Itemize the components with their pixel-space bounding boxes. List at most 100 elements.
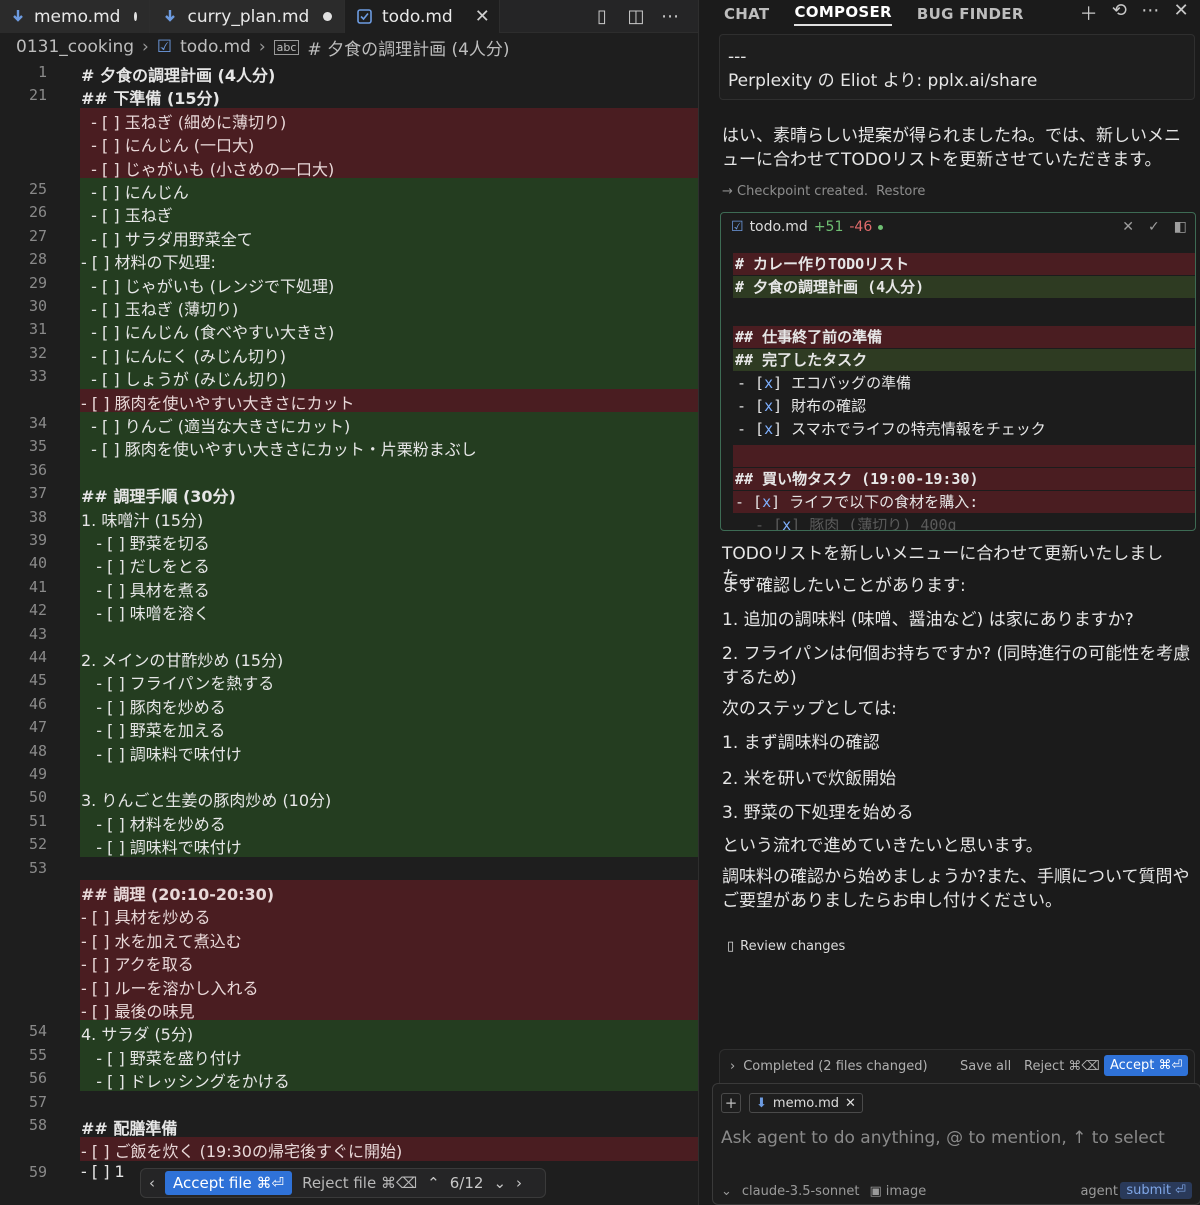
added-line[interactable]: 45 - [ ] フライパンを熱する [0, 669, 698, 693]
submit-button[interactable]: submit ⏎ [1120, 1182, 1192, 1199]
tab-bug-finder[interactable]: BUG FINDER [917, 5, 1024, 23]
added-line[interactable]: 47 - [ ] 野菜を加える [0, 716, 698, 740]
added-line[interactable]: 49 [0, 763, 698, 787]
close-icon[interactable]: ✕ [845, 1096, 856, 1111]
deleted-line[interactable]: - [ ] 具材を炒める [0, 903, 698, 927]
tab-curry-plan[interactable]: curry_plan.md [150, 0, 345, 33]
added-line[interactable]: 40 - [ ] だしをとる [0, 552, 698, 576]
model-name: claude-3.5-sonnet [741, 1184, 860, 1199]
close-icon[interactable]: ✕ [1174, 0, 1189, 22]
tab-composer[interactable]: COMPOSER [794, 3, 892, 26]
added-line[interactable]: 37 ## 調理手順 (30分) [0, 482, 698, 506]
deleted-line[interactable]: - [ ] ご飯を炊く (19:30の帰宅後すぐに開始) [0, 1137, 698, 1161]
assistant-intro: はい、素晴らしい提案が得られましたね。では、新しいメニューに合わせてTODOリス… [722, 126, 1181, 170]
line-number: 46 [28, 694, 47, 713]
response-paragraph: 調味料の確認から始めましょうか?また、手順について質問やご要望がありましたらお申… [722, 867, 1190, 911]
lines-added: +51 [813, 219, 844, 235]
added-line[interactable]: 48 - [ ] 調味料で味付け [0, 739, 698, 764]
open-preview-icon[interactable]: ▯ [592, 6, 612, 27]
chevron-left-icon[interactable]: ‹ [149, 1174, 155, 1192]
image-button[interactable]: image [886, 1184, 927, 1199]
added-line[interactable]: 46 - [ ] 豚肉を炒める [0, 692, 698, 717]
accept-file-button[interactable]: Accept file ⌘⏎ [165, 1171, 293, 1195]
added-line[interactable]: 54 4. サラダ (5分) [0, 1020, 698, 1044]
review-changes-button[interactable]: ▯ Review changes [727, 939, 845, 954]
reject-file-button[interactable]: Reject file ⌘⌫ [302, 1174, 417, 1192]
added-line[interactable]: 38 1. 味噌汁 (15分) [0, 505, 698, 530]
deleted-line[interactable]: - [ ] 玉ねぎ (細めに薄切り) [0, 107, 698, 132]
deleted-line[interactable]: - [ ] 豚肉を使いやすい大きさにカット [0, 388, 698, 413]
more-actions-icon[interactable]: ⋯ [1141, 0, 1159, 22]
line-number: 37 [28, 484, 47, 503]
chevron-down-icon[interactable]: ⌄ [493, 1174, 506, 1192]
deleted-line[interactable]: - [ ] ルーを溶かし入れる [0, 973, 698, 998]
added-line[interactable]: 50 3. りんごと生姜の豚肉炒め (10分) [0, 786, 698, 810]
deleted-line[interactable]: ## 調理 (20:10-20:30) [0, 880, 698, 904]
plus-icon[interactable]: ＋ [1080, 0, 1098, 25]
split-editor-icon[interactable]: ◫ [626, 6, 646, 27]
accept-check-icon[interactable]: ✓ [1148, 219, 1160, 235]
code-line[interactable]: 1 # 夕食の調理計画 (4人分) [0, 61, 698, 85]
added-line[interactable]: 33 - [ ] しょうが (みじん切り) [0, 365, 698, 389]
history-icon[interactable]: ⟲ [1112, 0, 1127, 22]
code-line[interactable]: 58 ## 配膳準備 [0, 1114, 698, 1138]
deleted-line[interactable]: - [ ] 最後の味見 [0, 997, 698, 1021]
save-all-button[interactable]: Save all [960, 1059, 1011, 1074]
added-line[interactable]: 25 - [ ] にんじん [0, 178, 698, 202]
reject-all-button[interactable]: Reject ⌘⌫ [1024, 1059, 1100, 1074]
added-line[interactable]: 56 - [ ] ドレッシングをかける [0, 1067, 698, 1091]
added-line[interactable]: 29 - [ ] じゃがいも (レンジで下処理) [0, 271, 698, 296]
diff-file-name[interactable]: todo.md [750, 219, 808, 235]
added-line[interactable]: 44 2. メインの甘酢炒め (15分) [0, 646, 698, 670]
added-line[interactable]: 28 - [ ] 材料の下処理: [0, 248, 698, 272]
added-line[interactable]: 36 [0, 458, 698, 483]
added-line[interactable]: 43 [0, 622, 698, 646]
open-file-icon[interactable]: ◧ [1174, 219, 1187, 235]
completed-label[interactable]: Completed (2 files changed) [743, 1059, 927, 1074]
tab-memo[interactable]: memo.md [0, 0, 150, 33]
chevron-right-icon[interactable]: › [516, 1174, 522, 1192]
added-line[interactable]: 41 - [ ] 具材を煮る [0, 575, 698, 600]
added-line[interactable]: 39 - [ ] 野菜を切る [0, 529, 698, 553]
image-icon[interactable]: ▣ [869, 1184, 881, 1199]
deleted-line[interactable]: - [ ] 水を加えて煮込む [0, 926, 698, 951]
restore-link[interactable]: Restore [876, 184, 925, 199]
breadcrumb-folder[interactable]: 0131_cooking [16, 37, 134, 57]
added-line[interactable]: 27 - [ ] サラダ用野菜全て [0, 224, 698, 249]
added-line[interactable]: 55 - [ ] 野菜を盛り付け [0, 1043, 698, 1068]
line-text: - [ ] 水を加えて煮込む [81, 931, 242, 951]
prompt-placeholder[interactable]: Ask agent to do anything, @ to mention, … [721, 1128, 1165, 1148]
added-line[interactable]: 35 - [ ] 豚肉を使いやすい大きさにカット・片栗粉まぶし [0, 435, 698, 459]
mode-selector[interactable]: agent [1080, 1184, 1118, 1199]
line-text: - [ ] にんじん (食べやすい大きさ) [81, 323, 335, 343]
breadcrumb-file[interactable]: todo.md [180, 37, 251, 57]
added-line[interactable]: 31 - [ ] にんじん (食べやすい大きさ) [0, 318, 698, 343]
add-context-button[interactable]: + [721, 1093, 741, 1113]
chevron-up-icon[interactable]: ⌃ [427, 1174, 440, 1192]
added-line[interactable]: 32 - [ ] にんにく (みじん切り) [0, 341, 698, 366]
code-line[interactable]: 53 [0, 857, 698, 880]
tab-todo[interactable]: todo.md ✕ [345, 0, 500, 33]
tab-chat[interactable]: CHAT [724, 5, 769, 23]
added-line[interactable]: 34 - [ ] りんご (適当な大きさにカット) [0, 412, 698, 436]
context-chip[interactable]: ⬇ memo.md ✕ [749, 1093, 863, 1113]
added-line[interactable]: 30 - [ ] 玉ねぎ (薄切り) [0, 295, 698, 319]
chevron-right-icon[interactable]: › [730, 1059, 735, 1074]
added-line[interactable]: 42 - [ ] 味噌を溶く [0, 599, 698, 623]
added-line[interactable]: 51 - [ ] 材料を炒める [0, 809, 698, 834]
line-number: 38 [28, 507, 47, 526]
breadcrumb-symbol[interactable]: # 夕食の調理計画 (4人分) [307, 35, 509, 60]
deleted-line[interactable]: - [ ] じゃがいも (小さめの一口大) [0, 154, 698, 179]
deleted-line[interactable]: - [ ] にんじん (一口大) [0, 131, 698, 155]
deleted-line[interactable]: - [ ] アクを取る [0, 950, 698, 974]
added-line[interactable]: 52 - [ ] 調味料で味付け [0, 833, 698, 857]
more-actions-icon[interactable]: ⋯ [660, 6, 680, 27]
code-line[interactable]: 57 [0, 1091, 698, 1114]
reject-icon[interactable]: ✕ [1122, 219, 1134, 235]
code-line[interactable]: 21 ## 下準備 (15分) [0, 84, 698, 108]
model-selector[interactable]: ⌄ claude-3.5-sonnet ▣ image [721, 1184, 926, 1199]
added-line[interactable]: 26 - [ ] 玉ねぎ [0, 201, 698, 225]
close-icon[interactable]: ✕ [475, 6, 490, 27]
composer-input[interactable]: + ⬇ memo.md ✕ Ask agent to do anything, … [712, 1083, 1200, 1205]
accept-all-button[interactable]: Accept ⌘⏎ [1104, 1055, 1189, 1076]
